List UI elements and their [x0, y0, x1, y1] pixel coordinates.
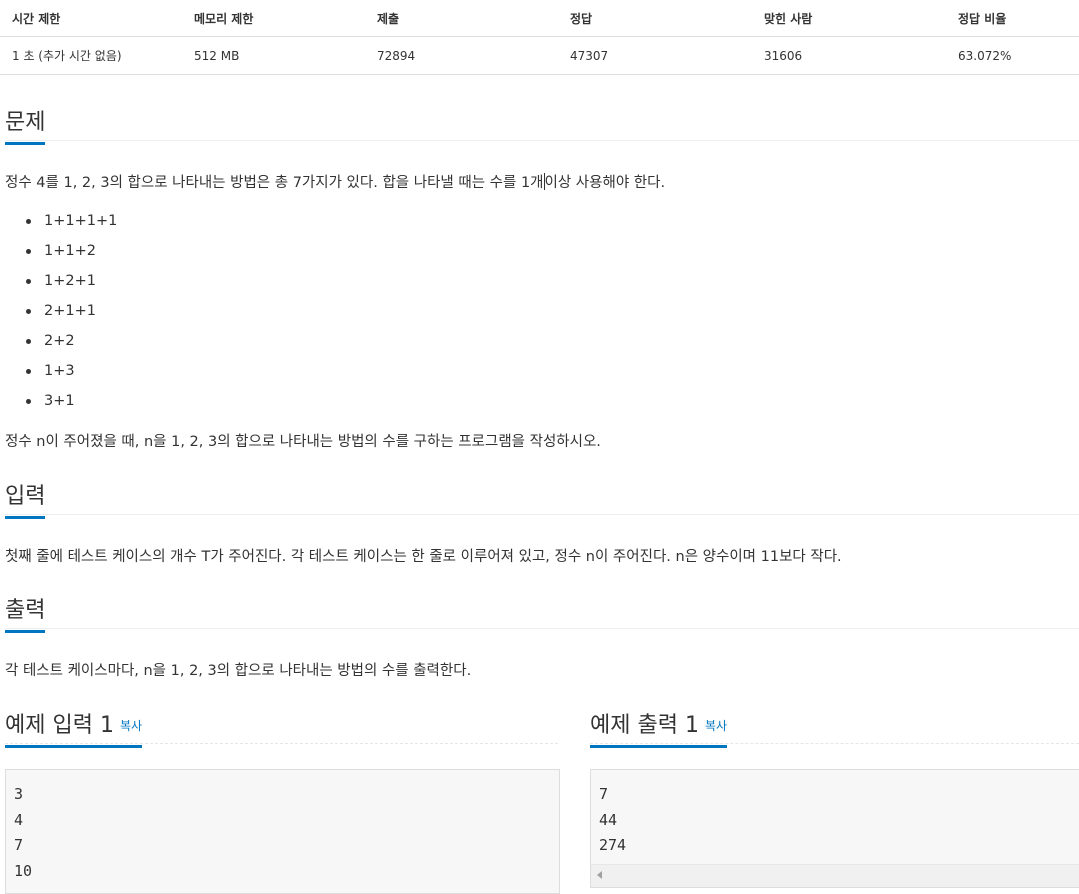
header-solved-users: 맞힌 사람 [764, 11, 813, 26]
sample-input-header: 예제 입력 1 복사 [5, 707, 143, 748]
sample-input-title: 예제 입력 1 복사 [5, 707, 143, 748]
value-time-limit: 1 초 (추가 시간 없음) [12, 49, 122, 63]
problem-intro-text-rest: 이상 사용해야 한다. [544, 175, 666, 191]
horizontal-scrollbar[interactable] [591, 864, 1079, 887]
sample-input-line: 4 [14, 810, 24, 829]
bullet-icon [26, 399, 31, 404]
copy-sample-input-button[interactable]: 복사 [120, 719, 142, 733]
problem-intro: 정수 4를 1, 2, 3의 합으로 나타내는 방법은 총 7가지가 있다. 합… [5, 171, 665, 192]
list-item: 2+2 [22, 331, 117, 361]
scroll-left-arrow-icon[interactable] [597, 871, 602, 879]
list-item: 1+3 [22, 361, 117, 391]
input-title: 입력 [5, 478, 46, 519]
header-accept-ratio: 정답 비율 [958, 11, 1007, 26]
header-memory-limit: 메모리 제한 [194, 11, 254, 26]
list-item: 3+1 [22, 391, 117, 421]
value-memory-limit: 512 MB [194, 48, 240, 63]
value-submissions: 72894 [377, 48, 416, 63]
sample-output-title: 예제 출력 1 복사 [590, 707, 728, 748]
output-description: 각 테스트 케이스마다, n을 1, 2, 3의 합으로 나타내는 방법의 수를… [5, 663, 472, 679]
problem-title: 문제 [5, 104, 46, 145]
bullet-icon [26, 369, 31, 374]
sample-output-box[interactable]: 7 44 274 [590, 769, 1079, 888]
sample-input-line: 10 [14, 861, 33, 880]
list-item: 2+1+1 [22, 301, 117, 331]
output-section-header: 출력 [5, 592, 1079, 633]
input-description: 첫째 줄에 테스트 케이스의 개수 T가 주어진다. 각 테스트 케이스는 한 … [5, 549, 842, 565]
problem-outro: 정수 n이 주어졌을 때, n을 1, 2, 3의 합으로 나타내는 방법의 수… [5, 434, 601, 450]
header-accepted: 정답 [570, 11, 593, 26]
list-item: 1+1+2 [22, 241, 117, 271]
sample-output-line: 44 [599, 810, 618, 829]
value-accepted: 47307 [570, 48, 609, 63]
info-table-row: 1 초 (추가 시간 없음) 512 MB 72894 47307 31606 … [0, 37, 1079, 75]
bullet-icon [26, 339, 31, 344]
bullet-icon [26, 309, 31, 314]
sample-input-box[interactable]: 3 4 7 10 [5, 769, 560, 894]
sample-input-line: 7 [14, 836, 24, 854]
bullet-icon [26, 249, 31, 254]
list-item: 1+2+1 [22, 271, 117, 301]
list-item: 1+1+1+1 [22, 211, 117, 241]
sample-output-line: 7 [599, 785, 609, 803]
bullet-icon [26, 279, 31, 284]
sample-output-header: 예제 출력 1 복사 [590, 707, 728, 748]
problem-info-table: 시간 제한 메모리 제한 제출 정답 맞힌 사람 정답 비율 1 초 (추가 시… [0, 0, 1079, 75]
problem-intro-text: 정수 4를 1, 2, 3의 합으로 나타내는 방법은 총 7가지가 있다. 합… [5, 175, 544, 191]
value-solved-users: 31606 [764, 48, 803, 63]
header-time-limit: 시간 제한 [12, 11, 61, 26]
copy-sample-output-button[interactable]: 복사 [705, 719, 727, 733]
input-section-header: 입력 [5, 478, 1079, 519]
example-sum-list: 1+1+1+1 1+1+2 1+2+1 2+1+1 2+2 1+3 3+1 [22, 211, 117, 421]
bullet-icon [26, 219, 31, 224]
sample-input-line: 3 [14, 785, 24, 803]
output-title: 출력 [5, 592, 46, 633]
sample-output-line: 274 [599, 836, 627, 854]
header-submissions: 제출 [377, 11, 400, 26]
problem-section-header: 문제 [5, 104, 1079, 145]
value-accept-ratio: 63.072% [958, 48, 1012, 63]
info-table-header: 시간 제한 메모리 제한 제출 정답 맞힌 사람 정답 비율 [0, 0, 1079, 37]
